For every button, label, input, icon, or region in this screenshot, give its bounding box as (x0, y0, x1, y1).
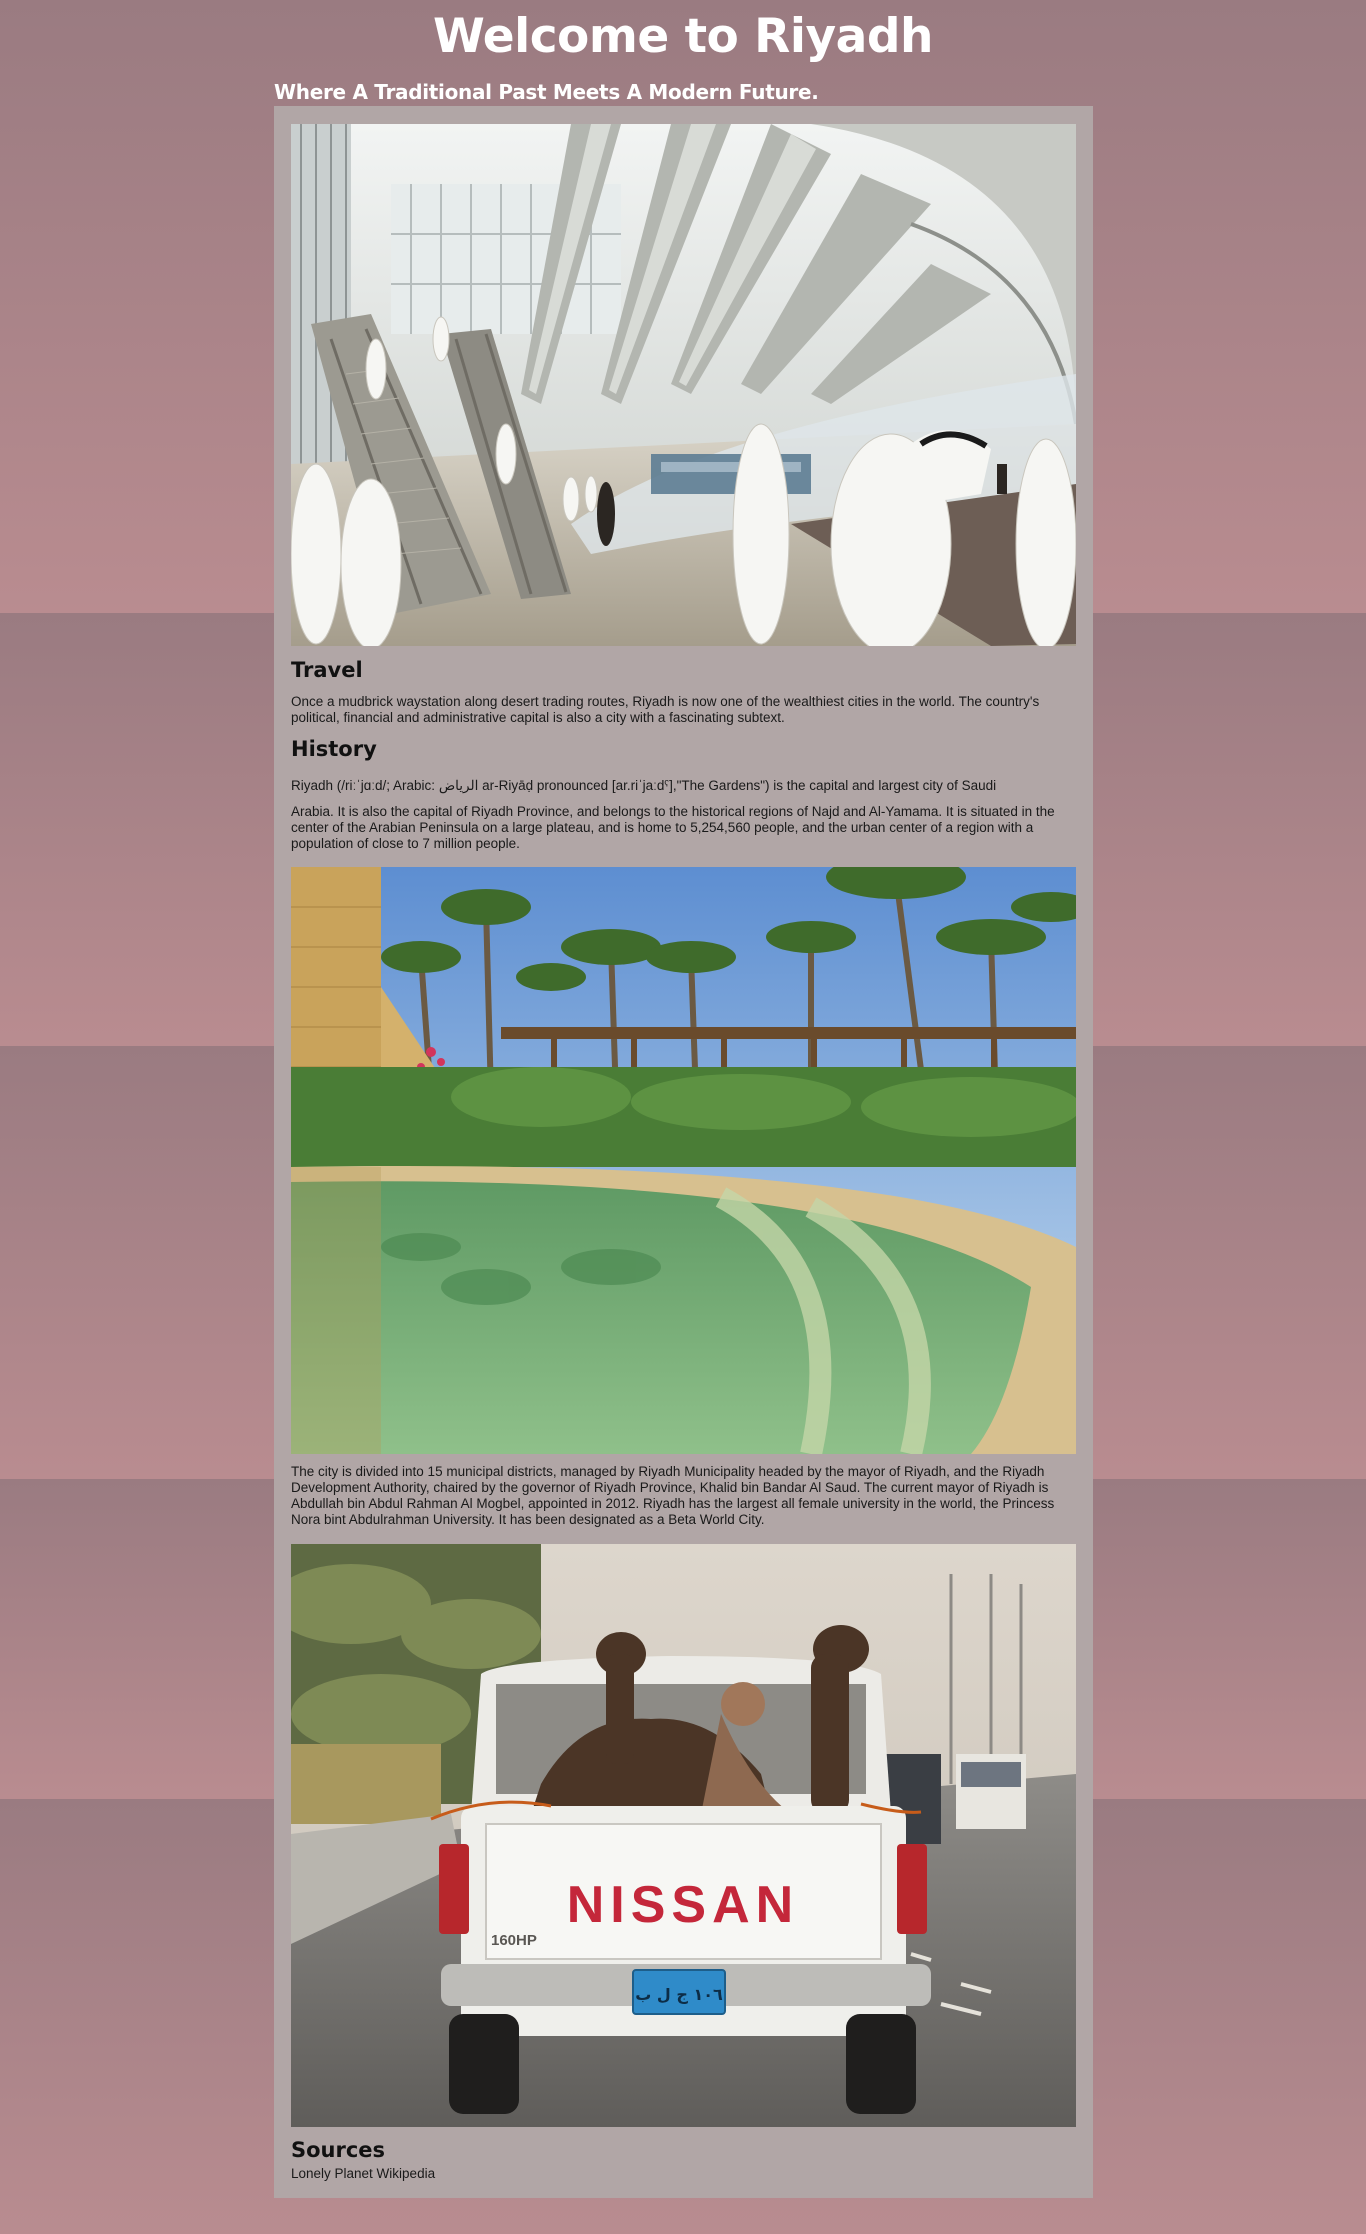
truck-badge-text: 160HP (491, 1932, 537, 1949)
travel-heading: Travel (291, 658, 363, 682)
travel-text: Once a mudbrick waystation along desert … (291, 694, 1040, 725)
history-text-line1: Riyadh (/riːˈjɑːd/; Arabic: الرياض ar-Ri… (291, 778, 997, 793)
history-text: Arabia. It is also the capital of Riyadh… (291, 804, 1055, 851)
page-title: Welcome to Riyadh (433, 9, 933, 64)
garden-pool-photo (291, 867, 1076, 1454)
page-subtitle: Where A Traditional Past Meets A Modern … (274, 80, 819, 104)
sources-text: Lonely Planet Wikipedia (291, 2166, 436, 2181)
content-panel: Travel Once a mudbrick waystation along … (274, 106, 1093, 2198)
license-plate-text: ١٠٦ ج ل ب (635, 1985, 723, 2004)
sources-heading: Sources (291, 2138, 386, 2162)
history-heading: History (291, 737, 377, 761)
camel-truck-photo: NISSAN 160HP ١٠٦ ج ل ب (291, 1544, 1076, 2127)
city-text: The city is divided into 15 municipal di… (291, 1464, 1055, 1527)
truck-brand-text: NISSAN (567, 1876, 799, 1934)
metro-station-photo (291, 124, 1076, 646)
